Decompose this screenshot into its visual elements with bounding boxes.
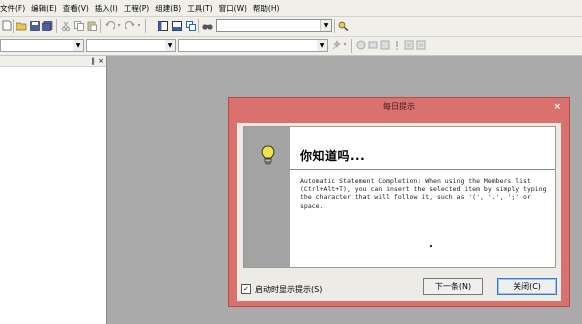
menu-view[interactable]: 查看(V) bbox=[60, 3, 92, 14]
build-icon[interactable] bbox=[367, 39, 378, 50]
save-all-icon[interactable] bbox=[42, 20, 53, 31]
close-button[interactable]: 关闭(C) bbox=[497, 278, 557, 295]
menu-edit[interactable]: 编辑(E) bbox=[28, 3, 60, 14]
tip-of-the-day-dialog: 每日提示 × 你知道吗... Automatic Statement Compl… bbox=[228, 97, 570, 307]
menu-bar: 文件(F) 编辑(E) 查看(V) 插入(I) 工程(P) 组建(B) 工具(T… bbox=[0, 0, 582, 17]
menu-tools[interactable]: 工具(T) bbox=[184, 3, 215, 14]
tip-divider bbox=[290, 169, 555, 170]
find-icon[interactable] bbox=[338, 20, 349, 31]
chevron-down-icon[interactable]: ▼ bbox=[165, 40, 175, 51]
open-icon[interactable] bbox=[16, 20, 27, 31]
lightbulb-icon bbox=[261, 145, 275, 165]
workspace-icon[interactable] bbox=[157, 20, 168, 31]
menu-help[interactable]: 帮助(H) bbox=[250, 3, 283, 14]
menu-insert[interactable]: 插入(I) bbox=[92, 3, 121, 14]
undo-dropdown-icon[interactable]: ▾ bbox=[116, 20, 122, 31]
chevron-down-icon[interactable]: ▼ bbox=[317, 40, 327, 51]
redo-dropdown-icon[interactable]: ▾ bbox=[136, 20, 142, 31]
close-icon[interactable]: × bbox=[98, 56, 104, 66]
next-tip-button[interactable]: 下一条(N) bbox=[423, 278, 483, 295]
find-combo[interactable]: ▼ bbox=[216, 19, 332, 32]
tip-panel: 你知道吗... Automatic Statement Completion: … bbox=[243, 126, 556, 268]
redo-icon[interactable] bbox=[124, 20, 135, 31]
menu-window[interactable]: 窗口(W) bbox=[216, 3, 250, 14]
toolbar-separator bbox=[351, 39, 352, 53]
chevron-down-icon[interactable]: ▼ bbox=[320, 20, 331, 31]
compile-icon[interactable] bbox=[355, 39, 366, 50]
toolbar-separator bbox=[56, 19, 57, 33]
chevron-down-icon[interactable]: ▼ bbox=[73, 40, 83, 51]
menu-project[interactable]: 工程(P) bbox=[121, 3, 152, 14]
menu-build[interactable]: 组建(B) bbox=[152, 3, 184, 14]
tip-sidebar bbox=[244, 127, 290, 267]
undo-icon[interactable] bbox=[104, 20, 115, 31]
find-in-files-icon[interactable] bbox=[202, 20, 213, 31]
toolbar-separator bbox=[198, 19, 199, 33]
tip-text: Automatic Statement Completion: When usi… bbox=[300, 177, 551, 210]
new-icon[interactable] bbox=[1, 20, 12, 31]
menu-file[interactable]: 文件(F) bbox=[0, 3, 28, 14]
save-icon[interactable] bbox=[29, 20, 40, 31]
toolbar-separator bbox=[100, 19, 101, 33]
close-icon[interactable]: × bbox=[553, 98, 561, 116]
cut-icon[interactable] bbox=[60, 20, 71, 31]
dialog-body: 你知道吗... Automatic Statement Completion: … bbox=[237, 123, 561, 301]
wizard-action-icon[interactable] bbox=[331, 39, 342, 50]
toolbar-separator bbox=[334, 19, 335, 33]
show-tips-checkbox-row[interactable]: ✓ 启动时显示提示(S) bbox=[241, 283, 322, 295]
toolbar-separator bbox=[145, 19, 146, 33]
pin-icon[interactable]: ‖ bbox=[92, 56, 96, 66]
paste-icon[interactable] bbox=[86, 20, 97, 31]
show-tips-checkbox[interactable]: ✓ bbox=[241, 284, 251, 294]
toolbar-separator bbox=[13, 19, 14, 33]
tip-heading: 你知道吗... bbox=[300, 149, 366, 163]
standard-toolbar: ▾ ▾ ▼ bbox=[0, 17, 582, 37]
class-combo[interactable]: ▼ bbox=[0, 39, 84, 52]
dialog-title: 每日提示 bbox=[383, 102, 415, 111]
execute-icon[interactable] bbox=[391, 39, 402, 50]
go-icon[interactable] bbox=[403, 39, 414, 50]
members-combo[interactable]: ▼ bbox=[178, 39, 328, 52]
window-list-icon[interactable] bbox=[185, 20, 196, 31]
wizard-dropdown-icon[interactable]: ▾ bbox=[342, 39, 348, 50]
stop-build-icon[interactable] bbox=[379, 39, 390, 50]
output-icon[interactable] bbox=[171, 20, 182, 31]
workspace-pane: ‖ × bbox=[0, 56, 107, 324]
copy-icon[interactable] bbox=[73, 20, 84, 31]
wizard-toolbar: ▼ ▼ ▼ ▾ bbox=[0, 37, 582, 56]
workspace-pane-header: ‖ × bbox=[0, 56, 106, 67]
show-tips-label[interactable]: 启动时显示提示(S) bbox=[255, 284, 322, 295]
cursor-dot bbox=[430, 245, 432, 247]
breakpoint-icon[interactable] bbox=[415, 39, 426, 50]
filter-combo[interactable]: ▼ bbox=[86, 39, 176, 52]
